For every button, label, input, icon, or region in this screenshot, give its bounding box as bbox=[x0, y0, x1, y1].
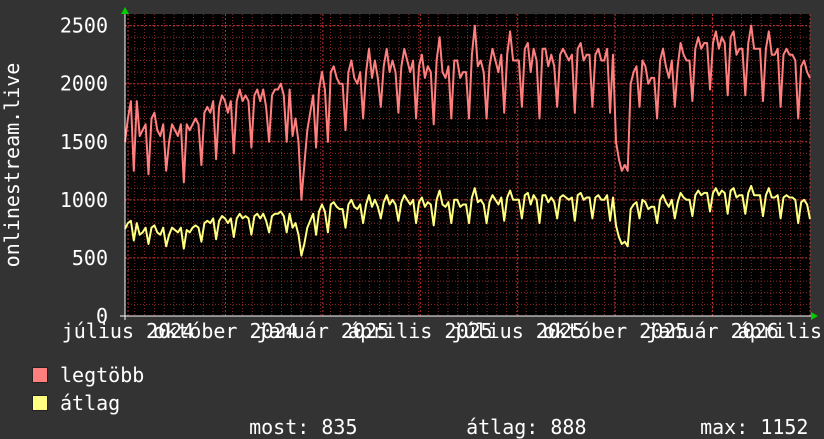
legend-label-max: legtöbb bbox=[60, 363, 145, 387]
stat-average: átlag: 888 bbox=[442, 391, 587, 439]
x-tick-label: április 2026 bbox=[738, 319, 824, 343]
stat-maximum: max: 1152 bbox=[676, 391, 808, 439]
chart: 05001000150020002500 július 2024október … bbox=[0, 7, 824, 343]
y-tick-label: 1000 bbox=[60, 188, 108, 212]
stat-average-label: átlag: bbox=[466, 415, 539, 439]
legend-label-avg: átlag bbox=[60, 391, 121, 415]
y-tick-label: 2500 bbox=[60, 14, 108, 38]
legend-swatch-max bbox=[32, 367, 48, 383]
y-tick-label: 2000 bbox=[60, 72, 108, 96]
legend-swatch-avg bbox=[32, 395, 48, 411]
stat-maximum-value: 1152 bbox=[760, 415, 809, 439]
stat-current-label: most: bbox=[249, 415, 310, 439]
x-ticks: július 2024október 2024január 2025áprili… bbox=[62, 319, 824, 343]
stat-current: most: 835 bbox=[225, 391, 357, 439]
stat-average-value: 888 bbox=[550, 415, 587, 439]
y-axis-label: onlinestream.live bbox=[0, 63, 24, 268]
stat-maximum-label: max: bbox=[700, 415, 749, 439]
stat-current-value: 835 bbox=[321, 415, 358, 439]
y-tick-label: 1500 bbox=[60, 130, 108, 154]
legend-item-max: legtöbb bbox=[32, 363, 144, 387]
y-axis-arrow bbox=[121, 7, 129, 14]
y-tick-label: 500 bbox=[72, 246, 108, 270]
legend-item-avg: átlag bbox=[32, 391, 120, 415]
y-ticks: 05001000150020002500 bbox=[60, 14, 108, 328]
